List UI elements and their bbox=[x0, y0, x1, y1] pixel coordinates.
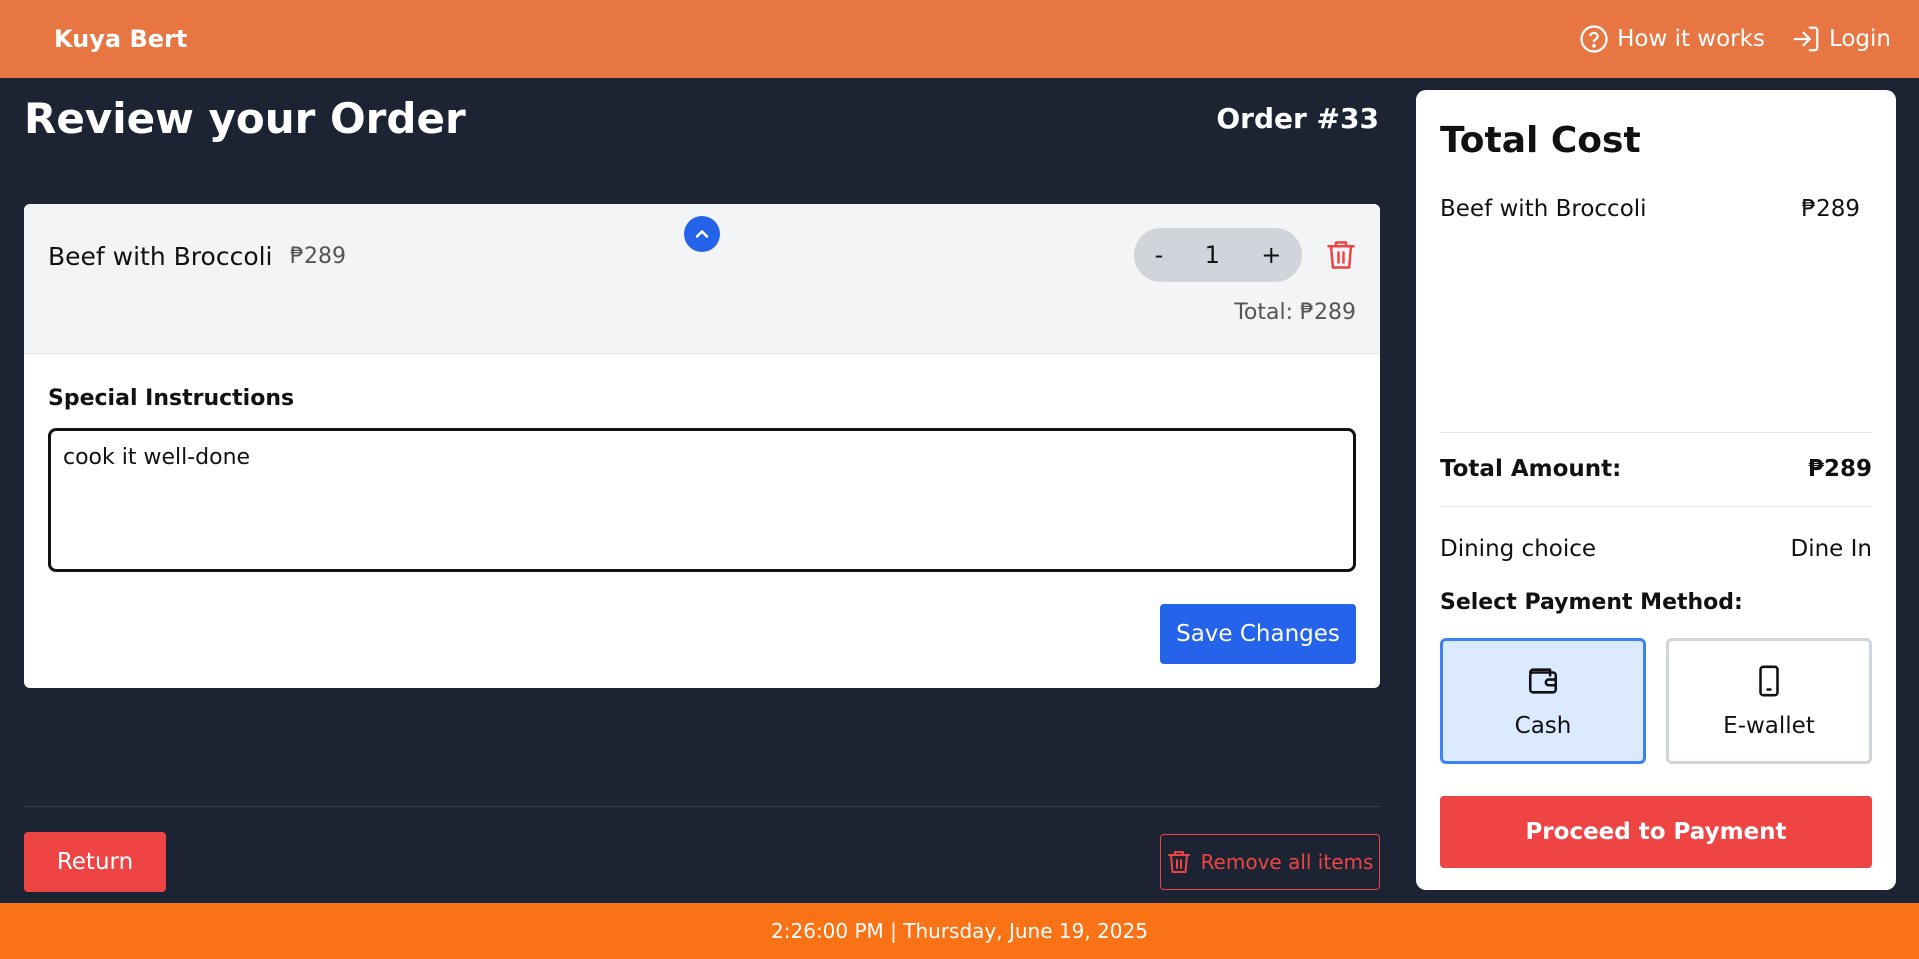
quantity-stepper: - 1 + bbox=[1134, 228, 1302, 282]
chevron-up-icon bbox=[695, 230, 709, 238]
special-instructions-input[interactable] bbox=[48, 428, 1356, 572]
payment-option-ewallet[interactable]: E-wallet bbox=[1666, 638, 1872, 764]
increase-quantity-button[interactable]: + bbox=[1261, 241, 1281, 269]
top-nav: How it works Login bbox=[1579, 24, 1891, 54]
dining-choice-value: Dine In bbox=[1790, 536, 1873, 562]
how-it-works-link[interactable]: How it works bbox=[1579, 24, 1765, 54]
dining-choice-label: Dining choice bbox=[1440, 536, 1597, 562]
payment-method-label: Select Payment Method: bbox=[1440, 590, 1743, 615]
save-changes-button[interactable]: Save Changes bbox=[1160, 604, 1356, 664]
item-name: Beef with Broccoli bbox=[48, 242, 273, 271]
cash-label: Cash bbox=[1514, 713, 1572, 739]
summary-title: Total Cost bbox=[1440, 120, 1641, 161]
summary-item-name: Beef with Broccoli bbox=[1440, 196, 1647, 222]
summary-divider bbox=[1440, 432, 1872, 433]
special-instructions-label: Special Instructions bbox=[48, 386, 295, 411]
remove-all-items-button[interactable]: Remove all items bbox=[1160, 834, 1380, 890]
wallet-icon bbox=[1528, 668, 1558, 694]
proceed-to-payment-button[interactable]: Proceed to Payment bbox=[1440, 796, 1872, 868]
order-item-header: Beef with Broccoli ₱289 - 1 + Total: ₱28… bbox=[24, 204, 1380, 354]
how-it-works-label: How it works bbox=[1617, 26, 1765, 52]
question-circle-icon bbox=[1580, 25, 1608, 53]
summary-divider bbox=[1440, 506, 1872, 507]
order-summary-panel: Total Cost Beef with Broccoli ₱289 Total… bbox=[1416, 90, 1896, 890]
phone-icon bbox=[1759, 665, 1779, 697]
ewallet-label: E-wallet bbox=[1723, 713, 1815, 739]
remove-all-label: Remove all items bbox=[1200, 850, 1374, 874]
page-title: Review your Order bbox=[24, 94, 466, 143]
order-number: Order #33 bbox=[1216, 102, 1379, 135]
total-amount-label: Total Amount: bbox=[1440, 456, 1622, 482]
return-button[interactable]: Return bbox=[24, 832, 166, 892]
quantity-value: 1 bbox=[1204, 241, 1220, 269]
login-icon bbox=[1793, 26, 1819, 52]
brand-logo[interactable]: Kuya Bert bbox=[54, 25, 187, 53]
item-price: ₱289 bbox=[290, 244, 346, 269]
item-total: Total: ₱289 bbox=[1234, 300, 1356, 325]
summary-item-price: ₱289 bbox=[1801, 196, 1860, 222]
collapse-button[interactable] bbox=[684, 216, 720, 252]
total-amount-value: ₱289 bbox=[1807, 456, 1872, 482]
payment-option-cash[interactable]: Cash bbox=[1440, 638, 1646, 764]
decrease-quantity-button[interactable]: - bbox=[1155, 241, 1164, 269]
login-label: Login bbox=[1828, 26, 1891, 52]
top-bar: Kuya Bert How it works Login bbox=[0, 0, 1919, 78]
divider bbox=[24, 806, 1380, 807]
trash-icon[interactable] bbox=[1326, 238, 1356, 272]
order-item-card: Beef with Broccoli ₱289 - 1 + Total: ₱28… bbox=[24, 204, 1380, 688]
trash-icon bbox=[1167, 851, 1190, 873]
footer-datetime: 2:26:00 PM | Thursday, June 19, 2025 bbox=[0, 903, 1919, 959]
login-link[interactable]: Login bbox=[1791, 24, 1891, 54]
